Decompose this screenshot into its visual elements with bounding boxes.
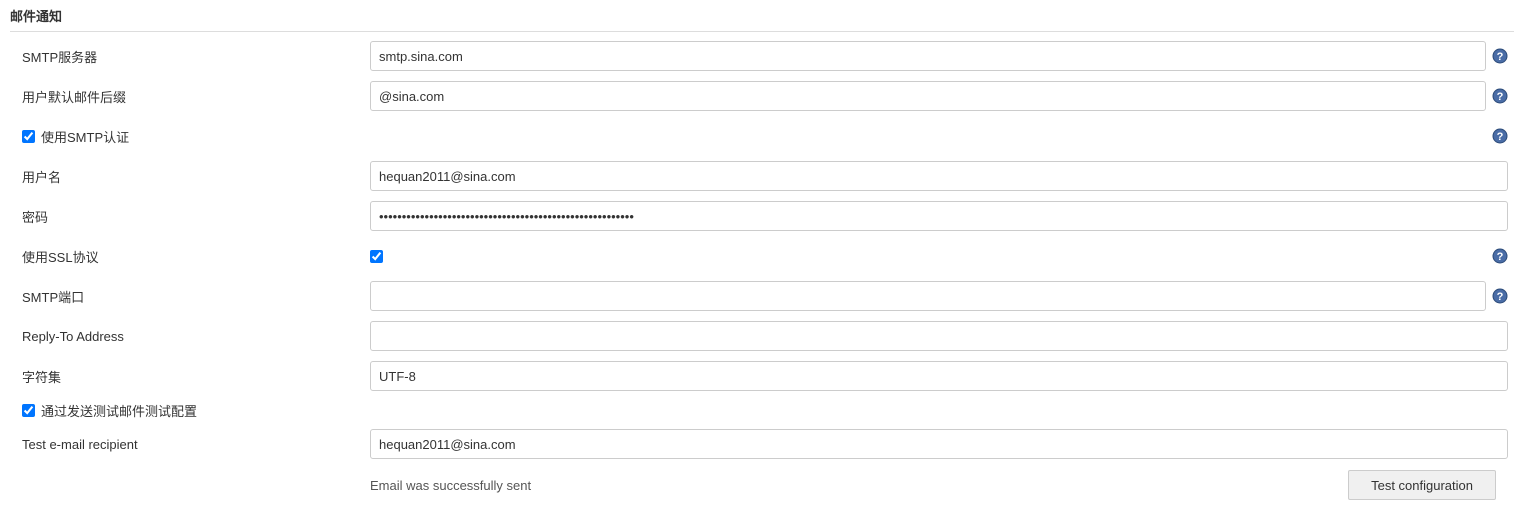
username-input[interactable] (370, 161, 1508, 191)
label-charset: 字符集 (22, 367, 61, 386)
label-use-smtp-auth: 使用SMTP认证 (41, 127, 129, 146)
use-smtp-auth-checkbox[interactable] (22, 130, 35, 143)
smtp-port-input[interactable] (370, 281, 1486, 311)
row-test-config: 通过发送测试邮件测试配置 (10, 396, 1514, 424)
row-default-suffix: 用户默认邮件后缀 ? (10, 76, 1514, 116)
test-configuration-button[interactable]: Test configuration (1348, 470, 1496, 500)
label-default-suffix: 用户默认邮件后缀 (22, 87, 126, 106)
label-smtp-port: SMTP端口 (22, 287, 84, 306)
help-icon[interactable]: ? (1492, 288, 1508, 304)
row-reply-to: Reply-To Address (10, 316, 1514, 356)
row-smtp-server: SMTP服务器 ? (10, 36, 1514, 76)
label-test-config: 通过发送测试邮件测试配置 (41, 401, 197, 420)
label-reply-to: Reply-To Address (22, 329, 124, 344)
row-smtp-port: SMTP端口 ? (10, 276, 1514, 316)
status-message: Email was successfully sent (370, 478, 531, 493)
charset-input[interactable] (370, 361, 1508, 391)
label-use-ssl: 使用SSL协议 (22, 247, 99, 266)
row-use-ssl: 使用SSL协议 ? (10, 236, 1514, 276)
password-input[interactable] (370, 201, 1508, 231)
label-smtp-server: SMTP服务器 (22, 47, 97, 66)
label-username: 用户名 (22, 167, 61, 186)
svg-text:?: ? (1497, 291, 1504, 303)
svg-text:?: ? (1497, 51, 1504, 63)
svg-text:?: ? (1497, 91, 1504, 103)
smtp-server-input[interactable] (370, 41, 1486, 71)
email-notification-section: 邮件通知 SMTP服务器 ? 用户默认邮件后缀 ? 使用SMTP认证 (0, 0, 1524, 506)
help-icon[interactable]: ? (1492, 128, 1508, 144)
help-icon[interactable]: ? (1492, 248, 1508, 264)
section-title: 邮件通知 (10, 0, 1514, 32)
help-icon[interactable]: ? (1492, 88, 1508, 104)
use-ssl-checkbox[interactable] (370, 250, 383, 263)
reply-to-input[interactable] (370, 321, 1508, 351)
svg-text:?: ? (1497, 251, 1504, 263)
label-test-recipient: Test e-mail recipient (22, 437, 138, 452)
row-test-recipient: Test e-mail recipient (10, 424, 1514, 464)
row-use-smtp-auth: 使用SMTP认证 ? (10, 116, 1514, 156)
test-config-checkbox[interactable] (22, 404, 35, 417)
default-suffix-input[interactable] (370, 81, 1486, 111)
help-icon[interactable]: ? (1492, 48, 1508, 64)
label-password: 密码 (22, 207, 48, 226)
svg-text:?: ? (1497, 131, 1504, 143)
row-username: 用户名 (10, 156, 1514, 196)
row-charset: 字符集 (10, 356, 1514, 396)
row-status: Email was successfully sent Test configu… (10, 464, 1514, 506)
row-password: 密码 (10, 196, 1514, 236)
test-recipient-input[interactable] (370, 429, 1508, 459)
